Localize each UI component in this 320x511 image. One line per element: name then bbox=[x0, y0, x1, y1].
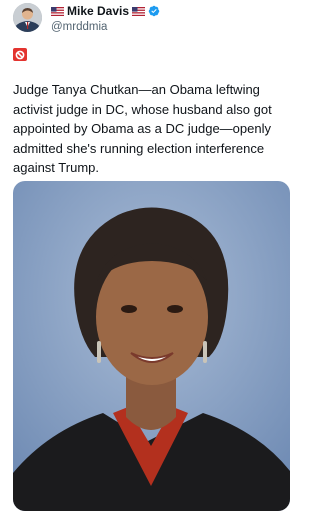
avatar[interactable] bbox=[13, 3, 42, 32]
verified-badge-icon bbox=[148, 5, 160, 17]
us-flag-icon bbox=[51, 6, 64, 16]
post-image[interactable] bbox=[13, 181, 290, 511]
us-flag-icon bbox=[132, 6, 146, 16]
post-text: Judge Tanya Chutkan—an Obama leftwing ac… bbox=[13, 82, 272, 175]
portrait-photo bbox=[13, 181, 290, 511]
author-info: Mike Davis @mrddmia bbox=[51, 4, 160, 33]
author-name-row: Mike Davis bbox=[51, 4, 160, 18]
display-name[interactable]: Mike Davis bbox=[67, 4, 129, 18]
author-handle[interactable]: @mrddmia bbox=[51, 21, 160, 33]
no-entry-emoji-icon bbox=[13, 48, 27, 61]
avatar-photo bbox=[13, 3, 42, 32]
